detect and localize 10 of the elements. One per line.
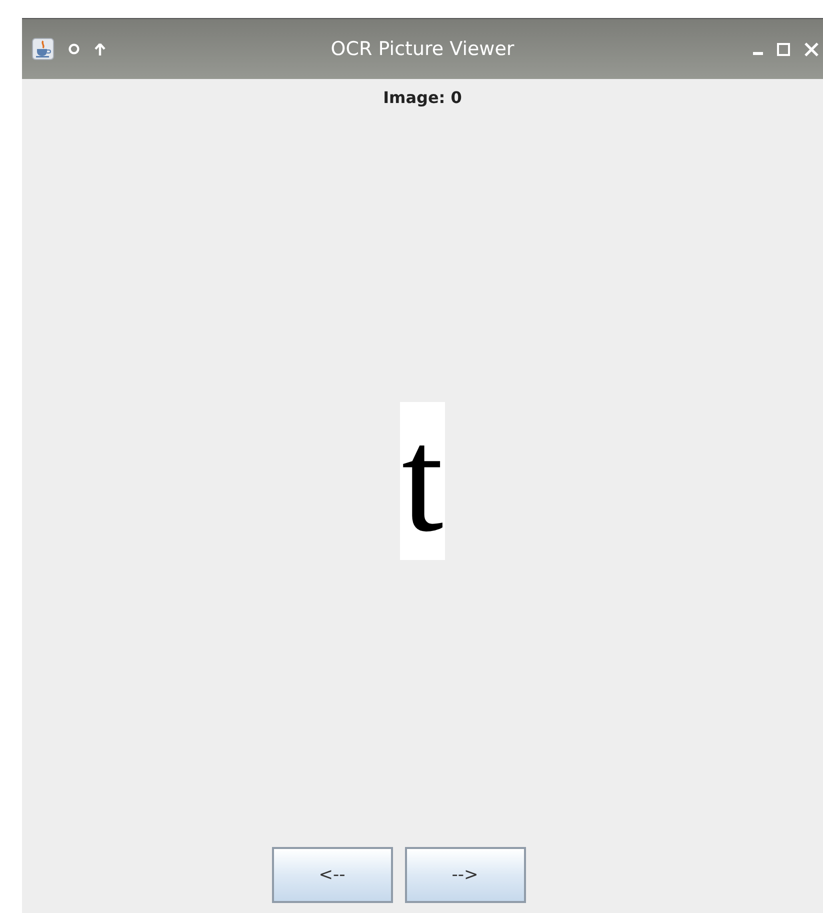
next-button[interactable]: -->: [404, 847, 526, 903]
up-arrow-icon[interactable]: [94, 42, 106, 56]
image-glyph: t: [400, 402, 444, 560]
image-index-label: Image: 0: [383, 88, 462, 107]
maximize-icon[interactable]: [777, 42, 790, 56]
window-title: OCR Picture Viewer: [330, 38, 514, 60]
close-icon[interactable]: [804, 42, 819, 56]
coffee-cup-icon[interactable]: [32, 38, 54, 60]
previous-button[interactable]: <--: [272, 847, 392, 903]
circle-icon[interactable]: [68, 43, 80, 55]
